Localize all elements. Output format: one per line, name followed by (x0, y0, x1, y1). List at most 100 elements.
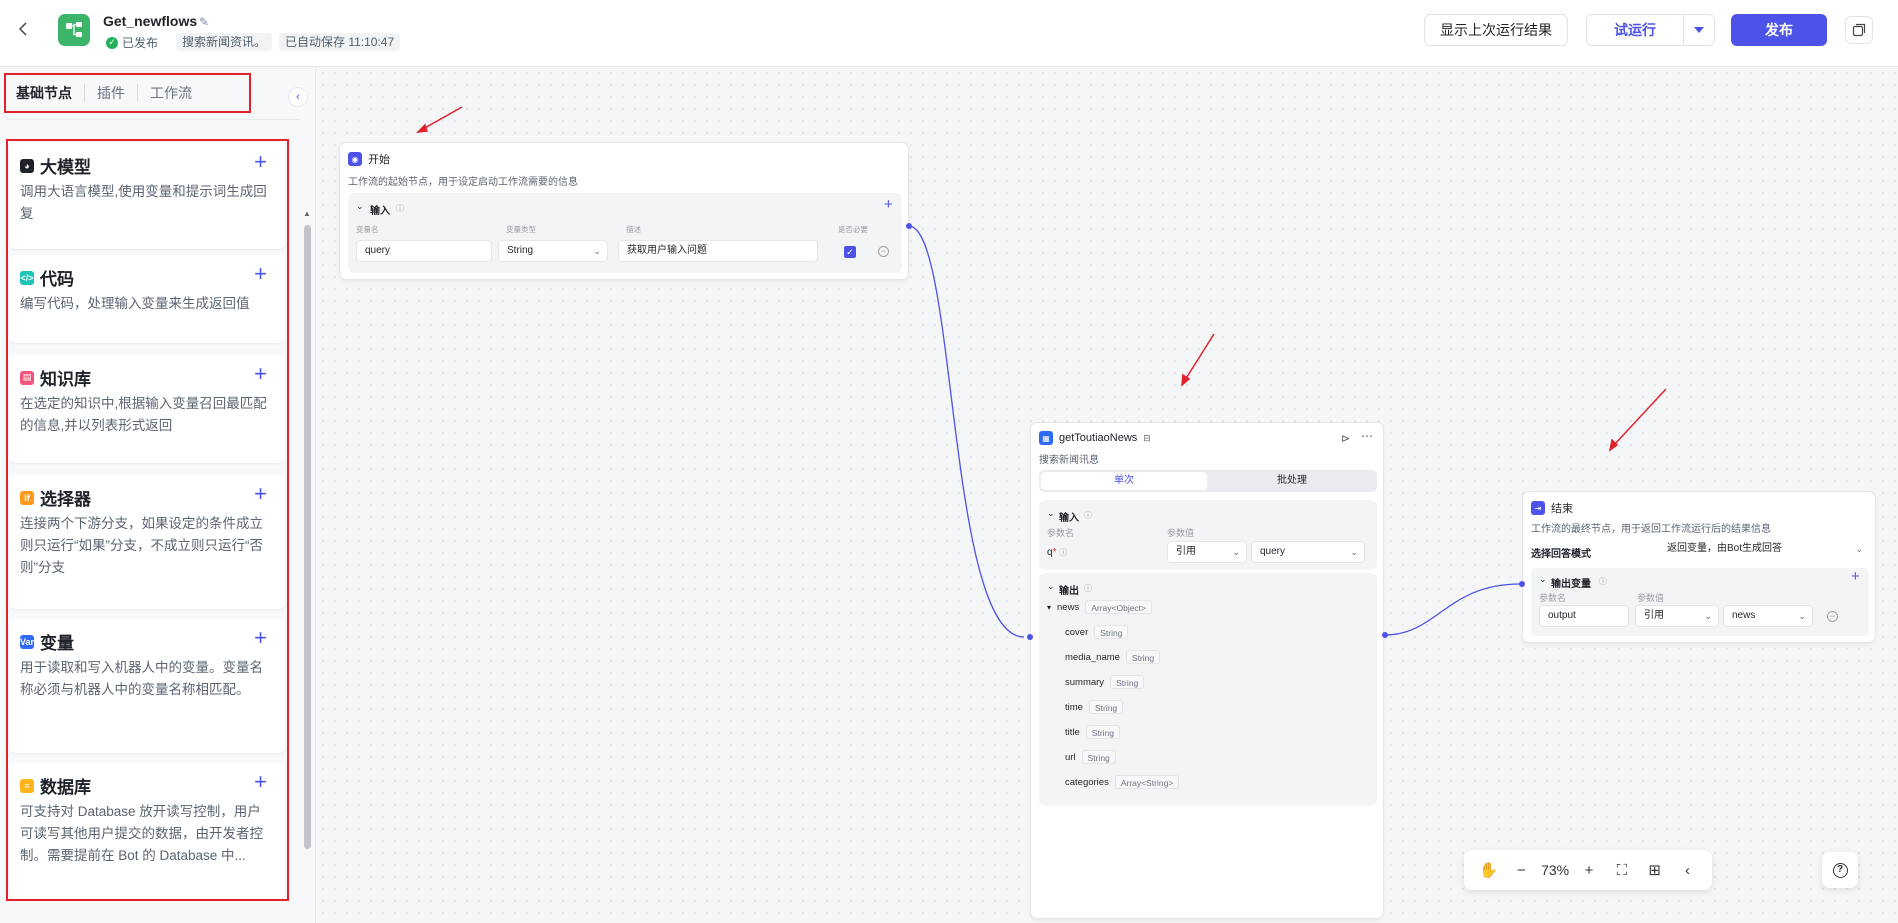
status-text: 已发布 (122, 36, 159, 50)
node-description: 连接两个下游分支，如果设定的条件成立则只运行“如果”分支，不成立则只运行“否则”… (20, 516, 263, 575)
node-description: 工作流的起始节点，用于设定启动工作流需要的信息 (348, 177, 578, 188)
chevron-down-icon[interactable]: ⌄ (356, 201, 364, 212)
node-description: 在选定的知识中,根据输入变量召回最匹配的信息,并以列表形式返回 (20, 396, 267, 433)
tab-plugins[interactable]: 插件 (85, 84, 138, 102)
end-input-port[interactable] (1519, 581, 1525, 587)
node-description: 调用大语言模型,使用变量和提示词生成回复 (20, 184, 267, 221)
node-card-database[interactable]: ≡ 数据库 + 可支持对 Database 放开读写控制，用户可读写其他用户提交的… (10, 763, 285, 899)
mode-batch[interactable]: 批处理 (1209, 472, 1375, 490)
caret-down-icon[interactable]: ▾ (1047, 603, 1051, 612)
node-title: 大模型 (40, 158, 91, 177)
show-last-result-button[interactable]: 显示上次运行结果 (1424, 14, 1568, 46)
param-source-select[interactable]: 引用 ⌄ (1167, 541, 1247, 563)
llm-icon: ◕ (20, 158, 34, 173)
output-name: time (1065, 701, 1083, 713)
edge-plugin-to-end (1384, 583, 1521, 636)
info-icon: ⓘ (1084, 511, 1092, 520)
remove-icon[interactable]: − (1827, 611, 1838, 622)
canvas-toolbar: ✋ − 73% + ⛶ ⊞ ‹ (1464, 850, 1712, 890)
hand-icon[interactable]: ✋ (1475, 861, 1501, 879)
add-output-icon[interactable]: + (1851, 568, 1860, 585)
sidebar-tabs: 基础节点 插件 工作流 (4, 73, 251, 113)
output-row: ▾ news Array<Object> (1047, 600, 1153, 614)
help-icon[interactable]: ? (1822, 852, 1858, 888)
output-value: news (1732, 610, 1756, 621)
mode-single[interactable]: 单次 (1041, 472, 1207, 490)
minimap-icon[interactable]: ‹ (1675, 862, 1701, 879)
var-type-select[interactable]: String ⌄ (498, 240, 608, 262)
scroll-up-icon[interactable]: ▲ (303, 209, 311, 218)
add-node-icon[interactable]: + (254, 481, 267, 507)
edit-icon[interactable]: ✎ (199, 15, 209, 29)
zoom-out-icon[interactable]: − (1508, 862, 1534, 879)
knowledge-icon: ▤ (20, 370, 34, 385)
workflow-canvas[interactable]: ◉ 开始 工作流的起始节点，用于设定启动工作流需要的信息 ⌄ 输入 ⓘ + 变量名… (317, 67, 1898, 923)
chevron-down-icon[interactable]: ⌄ (1047, 508, 1055, 519)
publish-button[interactable]: 发布 (1731, 14, 1827, 46)
caret-down-icon (1694, 27, 1704, 33)
param-value-label: 参数值 (1637, 593, 1665, 603)
workflow-title: Get_newflows (103, 13, 198, 29)
info-icon: ⓘ (396, 204, 404, 213)
add-node-icon[interactable]: + (254, 625, 267, 651)
node-card-condition[interactable]: If 选择器 + 连接两个下游分支，如果设定的条件成立则只运行“如果”分支，不成立… (10, 475, 285, 609)
chevron-down-icon[interactable]: ⌄ (1539, 574, 1547, 585)
plugin-node-getToutiaoNews[interactable]: ▦ getToutiaoNews ⊟ ⊳ ⋯ 搜索新闻讯息 单次 批处理 ⌄ 输入 … (1030, 422, 1384, 919)
chevron-down-icon[interactable]: ⌄ (1047, 581, 1055, 592)
collapse-sidebar-button[interactable]: ‹ (288, 87, 308, 107)
answer-mode-select[interactable]: 返回变量，由Bot生成回答 ⌄ (1659, 539, 1869, 561)
add-input-icon[interactable]: + (884, 196, 893, 213)
zoom-in-icon[interactable]: + (1576, 862, 1602, 879)
output-section-title: 输出 (1059, 586, 1079, 597)
node-card-variable[interactable]: Var 变量 + 用于读取和写入机器人中的变量。变量名称必须与机器人中的变量名称相… (10, 619, 285, 753)
workflow-description: 搜索新闻资讯。 (176, 33, 273, 51)
node-card-code[interactable]: </> 代码 + 编写代码，处理输入变量来生成返回值 (10, 255, 285, 343)
code-icon: </> (20, 270, 34, 285)
var-name-input[interactable]: query (356, 240, 492, 262)
test-run-button[interactable]: 试运行 (1586, 14, 1684, 46)
var-desc-input[interactable]: 获取用户输入问题 (618, 240, 818, 262)
start-output-port[interactable] (906, 223, 912, 229)
test-run-dropdown[interactable] (1683, 14, 1715, 46)
node-card-llm[interactable]: ◕ 大模型 + 调用大语言模型,使用变量和提示词生成回复 (10, 143, 285, 249)
doc-icon[interactable]: ⊟ (1143, 433, 1151, 444)
zoom-level[interactable]: 73% (1541, 862, 1569, 878)
chevron-left-icon[interactable] (18, 20, 38, 44)
scrollbar-thumb[interactable] (304, 225, 311, 849)
param-value-select[interactable]: query ⌄ (1251, 541, 1365, 563)
node-title: 数据库 (40, 778, 91, 797)
answer-mode-label: 选择回答模式 (1531, 549, 1591, 560)
more-icon[interactable]: ⋯ (1361, 429, 1373, 443)
duplicate-icon[interactable] (1845, 16, 1873, 44)
output-row: time String (1065, 700, 1124, 714)
layout-icon[interactable]: ⊞ (1642, 861, 1668, 879)
output-value-select[interactable]: news ⌄ (1723, 605, 1813, 627)
if-icon: If (20, 490, 34, 505)
plugin-input-port[interactable] (1027, 634, 1033, 640)
add-node-icon[interactable]: + (254, 261, 267, 287)
remove-icon[interactable]: − (878, 246, 889, 257)
plugin-output-port[interactable] (1382, 632, 1388, 638)
tab-workflows[interactable]: 工作流 (138, 84, 204, 102)
tab-basic-nodes[interactable]: 基础节点 (6, 84, 85, 102)
publish-status: ✓ 已发布 (106, 34, 158, 51)
required-mark: * (1052, 547, 1057, 558)
sidebar-scrollbar[interactable]: ▲ ▼ (302, 137, 312, 917)
node-card-knowledge[interactable]: ▤ 知识库 + 在选定的知识中,根据输入变量召回最匹配的信息,并以列表形式返回 (10, 355, 285, 463)
col-header-required: 是否必要 (838, 225, 868, 234)
required-checkbox[interactable]: ✓ (844, 246, 856, 258)
chevron-down-icon: ⌄ (593, 246, 601, 256)
add-node-icon[interactable]: + (254, 149, 267, 175)
output-name: title (1065, 726, 1080, 738)
output-name-input[interactable]: output (1539, 605, 1629, 627)
output-row: media_name String (1065, 650, 1161, 664)
add-node-icon[interactable]: + (254, 361, 267, 387)
mode-switch: 单次 批处理 (1039, 470, 1377, 492)
run-node-icon[interactable]: ⊳ (1341, 432, 1350, 445)
end-node[interactable]: ⇥ 结束 工作流的最终节点，用于返回工作流运行后的结果信息 选择回答模式 返回变量… (1522, 491, 1876, 643)
add-node-icon[interactable]: + (254, 769, 267, 795)
fit-view-icon[interactable]: ⛶ (1609, 862, 1635, 879)
output-source-select[interactable]: 引用 ⌄ (1635, 605, 1719, 627)
start-node[interactable]: ◉ 开始 工作流的起始节点，用于设定启动工作流需要的信息 ⌄ 输入 ⓘ + 变量名… (339, 142, 909, 280)
output-name: summary (1065, 676, 1105, 688)
